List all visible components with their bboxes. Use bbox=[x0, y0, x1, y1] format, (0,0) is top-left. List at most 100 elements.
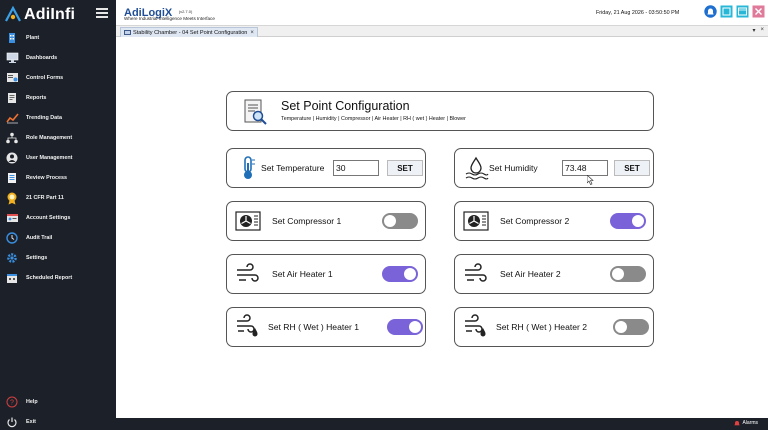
notification-bell-icon[interactable] bbox=[704, 5, 717, 18]
report-icon bbox=[5, 91, 19, 105]
air-heater-1-toggle[interactable] bbox=[382, 266, 418, 282]
gear-icon bbox=[5, 251, 19, 265]
trend-icon bbox=[5, 111, 19, 125]
svg-text:?: ? bbox=[10, 400, 14, 407]
toggle-knob bbox=[409, 321, 421, 333]
sidebar-item-account-settings[interactable]: Account Settings bbox=[0, 208, 116, 228]
sidebar-item-label: Exit bbox=[26, 419, 36, 425]
sidebar-item-dashboards[interactable]: Dashboards bbox=[0, 48, 116, 68]
alarms-indicator[interactable]: Alarms bbox=[734, 420, 758, 426]
monitor-icon bbox=[5, 51, 19, 65]
badge-icon bbox=[5, 191, 19, 205]
sidebar-item-trending-data[interactable]: Trending Data bbox=[0, 108, 116, 128]
compressor-2-toggle[interactable] bbox=[610, 213, 646, 229]
tab-set-point-configuration[interactable]: Stability Chamber - 04 Set Point Configu… bbox=[120, 27, 258, 37]
review-icon bbox=[5, 171, 19, 185]
main-content: Set Point Configuration Temperature | Hu… bbox=[116, 37, 768, 418]
sidebar-item-settings[interactable]: Settings bbox=[0, 248, 116, 268]
document-search-icon bbox=[244, 99, 267, 125]
humidity-card: Set Humidity SET bbox=[454, 148, 654, 188]
sidebar-item-label: Account Settings bbox=[26, 215, 71, 221]
help-icon: ? bbox=[5, 395, 19, 409]
sidebar-item-plant[interactable]: Plant bbox=[0, 28, 116, 48]
window-tab-icon bbox=[124, 30, 131, 35]
air-heater-1-label: Set Air Heater 1 bbox=[272, 269, 333, 279]
tab-close-button[interactable]: × bbox=[250, 30, 254, 36]
header-actions bbox=[704, 5, 765, 18]
title-panel: Set Point Configuration Temperature | Hu… bbox=[226, 91, 654, 131]
alarm-bell-icon bbox=[734, 421, 740, 426]
set-humidity-button[interactable]: SET bbox=[614, 160, 650, 176]
sidebar-item-label: Plant bbox=[26, 35, 40, 41]
window-icon[interactable] bbox=[736, 5, 749, 18]
toggle-knob bbox=[384, 215, 396, 227]
wind-icon bbox=[465, 263, 487, 282]
sidebar-item-label: Settings bbox=[26, 255, 48, 261]
compressor-1-toggle[interactable] bbox=[382, 213, 418, 229]
temperature-input[interactable] bbox=[333, 160, 379, 176]
page-title: Set Point Configuration bbox=[281, 99, 410, 113]
sidebar-item-label: Review Process bbox=[26, 175, 68, 181]
sidebar-item-review-process[interactable]: Review Process bbox=[0, 168, 116, 188]
sidebar-item-label: 21 CFR Part 11 bbox=[26, 195, 64, 201]
close-app-icon[interactable] bbox=[752, 5, 765, 18]
sidebar-item-label: Control Forms bbox=[26, 75, 64, 81]
toggle-knob bbox=[632, 215, 644, 227]
tab-list-dropdown[interactable]: ▾ bbox=[752, 27, 755, 34]
sidebar-item-help[interactable]: ? Help bbox=[0, 392, 116, 412]
set-temperature-button[interactable]: SET bbox=[387, 160, 423, 176]
compressor-1-label: Set Compressor 1 bbox=[272, 216, 342, 226]
sidebar: AdiInfi Plant Dashboards Control Forms R… bbox=[0, 0, 116, 430]
air-heater-2-card: Set Air Heater 2 bbox=[454, 254, 654, 294]
wind-icon bbox=[237, 263, 259, 282]
page-subtitle: Temperature | Humidity | Compressor | Ai… bbox=[281, 116, 466, 122]
app-header: AdiLogiX (v2.7.0) Where Industrial Intel… bbox=[116, 0, 768, 26]
sidebar-item-role-management[interactable]: Role Management bbox=[0, 128, 116, 148]
account-icon bbox=[5, 211, 19, 225]
sidebar-item-exit[interactable]: Exit bbox=[0, 412, 116, 430]
air-heater-2-toggle[interactable] bbox=[610, 266, 646, 282]
rh-heater-1-label: Set RH ( Wet ) Heater 1 bbox=[268, 322, 360, 332]
document-tabstrip: Stability Chamber - 04 Set Point Configu… bbox=[116, 26, 768, 37]
screenshot-icon[interactable] bbox=[720, 5, 733, 18]
status-bar: Alarms bbox=[116, 418, 768, 430]
compressor-2-label: Set Compressor 2 bbox=[500, 216, 570, 226]
sidebar-item-user-management[interactable]: User Management bbox=[0, 148, 116, 168]
sidebar-item-label: User Management bbox=[26, 155, 73, 161]
rh-heater-2-label: Set RH ( Wet ) Heater 2 bbox=[496, 322, 588, 332]
rh-heater-2-card: Set RH ( Wet ) Heater 2 bbox=[454, 307, 654, 347]
sidebar-item-label: Scheduled Report bbox=[26, 275, 73, 281]
rh-heater-1-toggle[interactable] bbox=[387, 319, 423, 335]
sidebar-item-reports[interactable]: Reports bbox=[0, 88, 116, 108]
datetime-display: Friday, 21 Aug 2026 - 03:50:50 PM bbox=[596, 10, 680, 16]
audit-icon bbox=[5, 231, 19, 245]
sidebar-item-label: Trending Data bbox=[26, 115, 62, 121]
user-icon bbox=[5, 151, 19, 165]
sidebar-item-audit-trail[interactable]: Audit Trail bbox=[0, 228, 116, 248]
toggle-knob bbox=[612, 268, 624, 280]
temperature-card: Set Temperature SET bbox=[226, 148, 426, 188]
humidity-input[interactable] bbox=[562, 160, 608, 176]
tab-close-all-button[interactable]: × bbox=[760, 27, 764, 34]
air-heater-1-card: Set Air Heater 1 bbox=[226, 254, 426, 294]
wet-wind-icon bbox=[465, 314, 486, 337]
sidebar-item-scheduled-report[interactable]: Scheduled Report bbox=[0, 268, 116, 288]
sidebar-item-label: Audit Trail bbox=[26, 235, 53, 241]
schedule-icon bbox=[5, 271, 19, 285]
rh-heater-2-toggle[interactable] bbox=[613, 319, 649, 335]
menu-toggle-icon[interactable] bbox=[96, 8, 108, 18]
hierarchy-icon bbox=[5, 131, 19, 145]
compressor-2-card: Set Compressor 2 bbox=[454, 201, 654, 241]
sidebar-item-21-cfr-part-11[interactable]: 21 CFR Part 11 bbox=[0, 188, 116, 208]
thermometer-icon bbox=[244, 156, 255, 179]
toggle-knob bbox=[615, 321, 627, 333]
compressor-1-card: Set Compressor 1 bbox=[226, 201, 426, 241]
sidebar-item-label: Help bbox=[26, 399, 38, 405]
building-icon bbox=[5, 31, 19, 45]
tab-label: Stability Chamber - 04 Set Point Configu… bbox=[133, 29, 248, 36]
temperature-label: Set Temperature bbox=[261, 163, 325, 173]
sidebar-item-control-forms[interactable]: Control Forms bbox=[0, 68, 116, 88]
brand-tagline: Where Industrial Intelligence Meets Inte… bbox=[124, 16, 215, 21]
alarms-label: Alarms bbox=[742, 420, 758, 426]
toggle-knob bbox=[404, 268, 416, 280]
